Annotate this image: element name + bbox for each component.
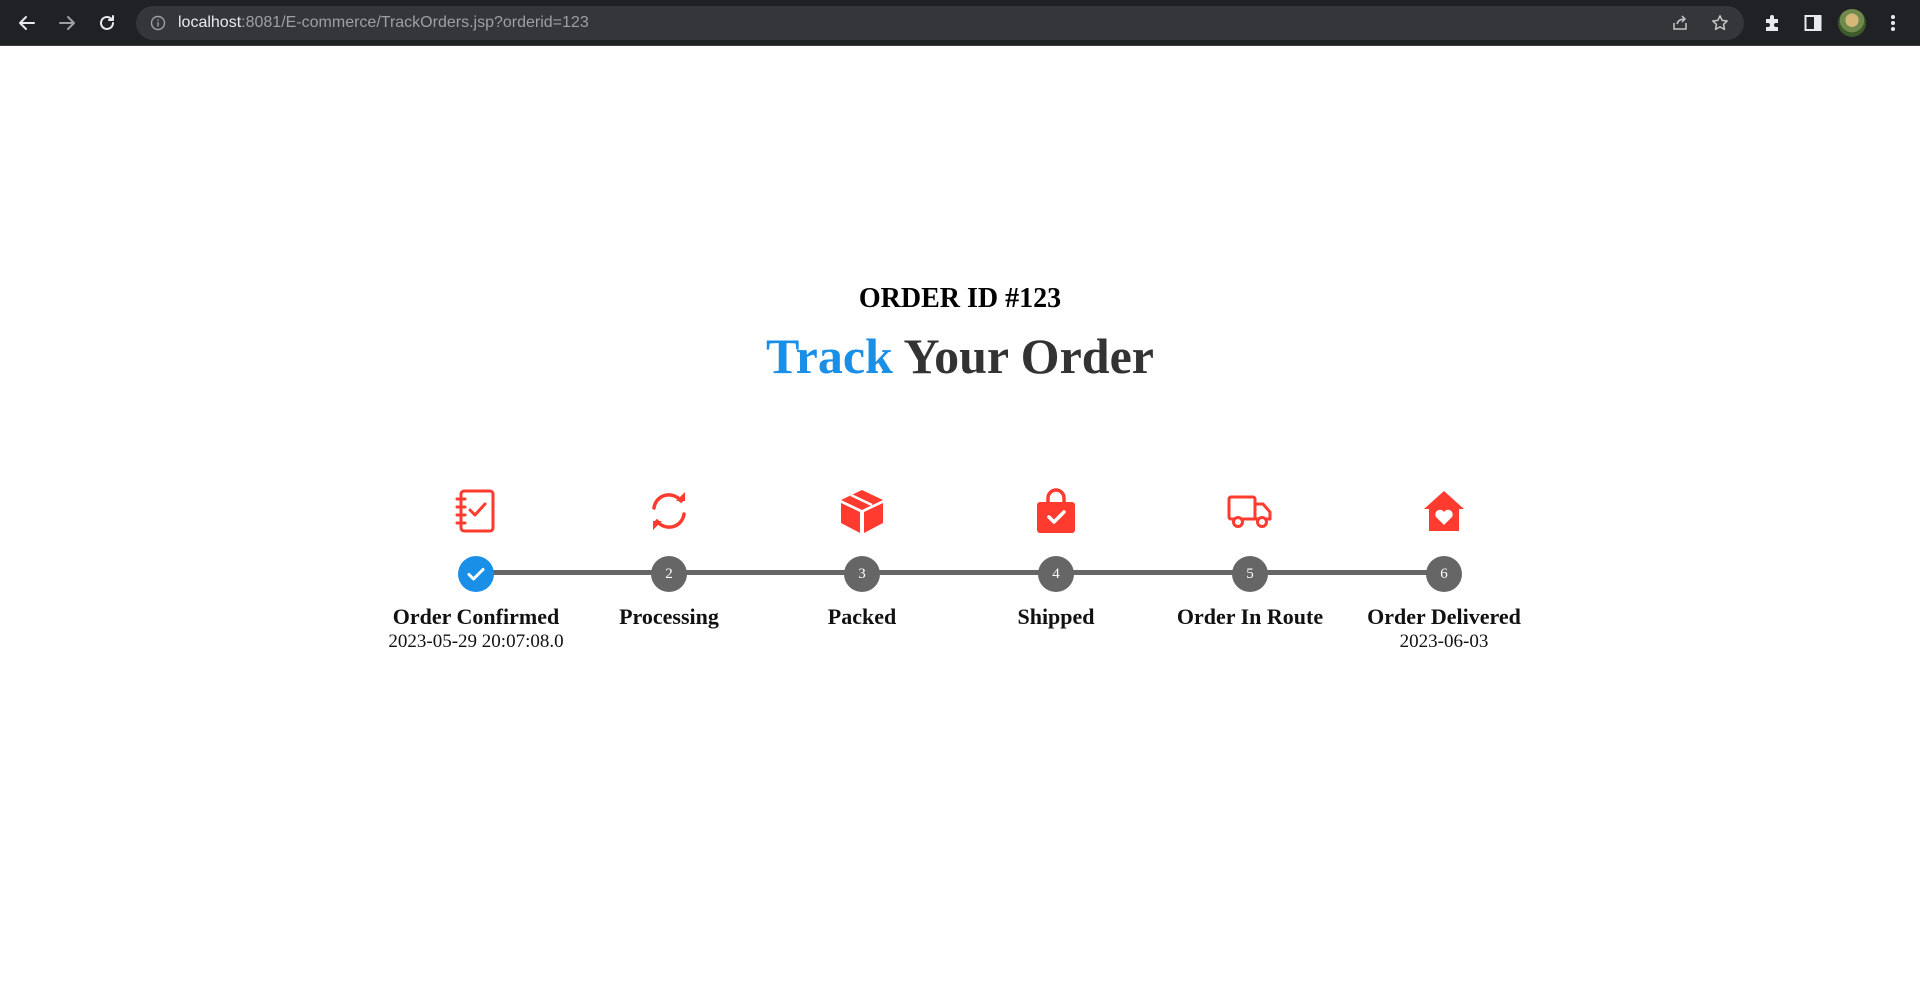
step-order-delivered: 6 Order Delivered 2023-06-03 <box>1344 480 1544 654</box>
step-date: 2023-06-03 <box>1399 631 1489 652</box>
url-text[interactable]: localhost:8081/E-commerce/TrackOrders.js… <box>178 13 589 33</box>
page-title: Track Your Order <box>0 326 1920 386</box>
page-title-accent: Track <box>766 328 893 384</box>
step-order-confirmed: Order Confirmed 2023-05-29 20:07:08.0 <box>376 480 576 654</box>
back-arrow-icon[interactable] <box>12 8 42 38</box>
step-label: Order Delivered <box>1367 604 1521 629</box>
step-label: Packed <box>827 604 897 629</box>
order-id-heading: ORDER ID #123 <box>858 283 1062 314</box>
side-panel-icon[interactable] <box>1800 10 1826 36</box>
step-marker-number: 2 <box>651 556 687 592</box>
box-icon <box>839 488 885 534</box>
step-order-in-route: 5 Order In Route <box>1150 480 1350 630</box>
share-icon[interactable] <box>1670 13 1690 33</box>
step-marker-number: 4 <box>1038 556 1074 592</box>
step-label: Processing <box>619 604 719 629</box>
reload-icon[interactable] <box>92 8 122 38</box>
page-title-rest: Your Order <box>892 328 1154 384</box>
step-label: Order In Route <box>1176 604 1324 629</box>
step-packed: 3 Packed <box>762 480 962 630</box>
step-label: Shipped <box>1017 604 1095 629</box>
extensions-puzzle-icon[interactable] <box>1760 10 1786 36</box>
delivery-truck-icon <box>1227 488 1273 534</box>
sync-arrows-icon <box>646 488 692 534</box>
step-date: 2023-05-29 20:07:08.0 <box>388 631 564 652</box>
step-label: Order Confirmed <box>392 604 560 629</box>
url-host: localhost <box>178 14 242 31</box>
menu-kebab-icon[interactable] <box>1880 10 1906 36</box>
step-processing: 2 Processing <box>569 480 769 630</box>
home-heart-icon <box>1421 488 1467 534</box>
checkmark-icon <box>467 568 485 581</box>
forward-arrow-icon[interactable] <box>52 8 82 38</box>
step-shipped: 4 Shipped <box>956 480 1156 630</box>
step-marker-number: 3 <box>844 556 880 592</box>
step-marker-number: 6 <box>1426 556 1462 592</box>
address-bar[interactable]: localhost:8081/E-commerce/TrackOrders.js… <box>136 6 1744 40</box>
step-marker-done <box>458 556 494 592</box>
site-info-icon[interactable] <box>150 15 166 36</box>
url-path: :8081/E-commerce/TrackOrders.jsp?orderid… <box>241 14 589 31</box>
order-progress-tracker: Order Confirmed 2023-05-29 20:07:08.0 2 … <box>0 480 1920 680</box>
clipboard-check-icon <box>453 488 499 534</box>
bookmark-star-icon[interactable] <box>1710 13 1730 33</box>
profile-avatar[interactable] <box>1838 9 1866 37</box>
shopping-bag-check-icon <box>1033 488 1079 534</box>
browser-toolbar: localhost:8081/E-commerce/TrackOrders.js… <box>0 0 1920 46</box>
step-marker-number: 5 <box>1232 556 1268 592</box>
